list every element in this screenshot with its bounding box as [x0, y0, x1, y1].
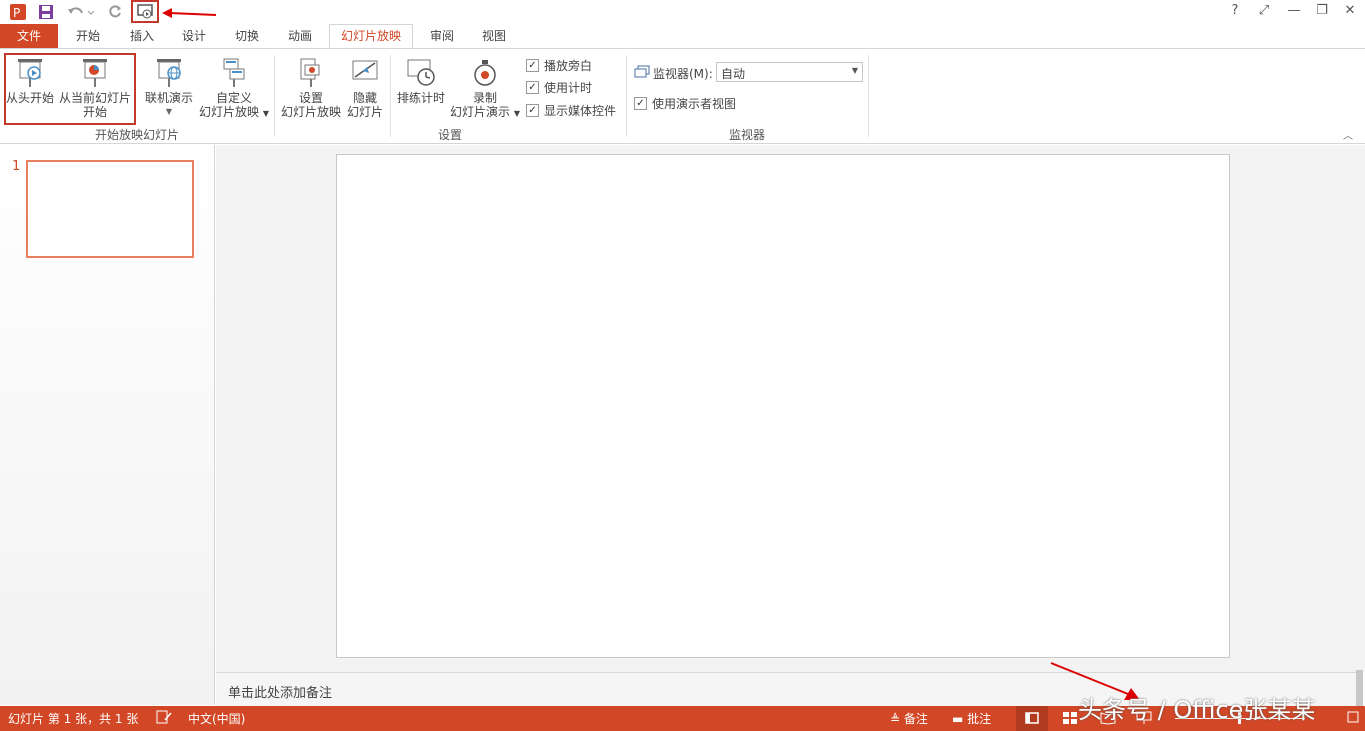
setup-slideshow-label-2: 幻灯片放映 [280, 105, 341, 119]
checkmark-icon: ✓ [526, 58, 539, 72]
spelling-icon[interactable] [156, 710, 172, 727]
setup-slideshow-button[interactable]: 设置 幻灯片放映 [280, 57, 342, 119]
slide-thumbnail-pane: 1 [0, 145, 215, 705]
save-icon[interactable] [36, 2, 56, 22]
hide-slide-label-2: 幻灯片 [346, 105, 383, 119]
notes-toggle-button[interactable]: ≜ 备注 [890, 710, 928, 727]
record-slideshow-label-1: 录制 [472, 91, 497, 105]
group-label-setup: 设置 [437, 128, 462, 142]
restore-icon[interactable]: ❐ [1311, 3, 1333, 18]
tab-home[interactable]: 开始 [66, 24, 110, 49]
comment-icon: ▬ [952, 712, 964, 726]
normal-view-button[interactable] [1016, 706, 1048, 731]
checkmark-icon: ✓ [526, 103, 539, 117]
tab-view[interactable]: 视图 [472, 24, 516, 49]
redo-icon[interactable] [104, 2, 126, 22]
hide-slide-icon [349, 57, 381, 89]
presenter-view-checkbox[interactable]: ✓ 使用演示者视图 [634, 95, 736, 111]
custom-slideshow-label-1: 自定义 [215, 91, 252, 105]
custom-slideshow-label-2: 幻灯片放映 ▼ [199, 105, 269, 119]
slide-thumbnail[interactable] [26, 160, 194, 258]
highlight-box-quick-access [131, 0, 159, 23]
slide-sorter-view-icon[interactable] [1062, 711, 1078, 728]
tab-transitions[interactable]: 切换 [225, 24, 269, 49]
powerpoint-icon[interactable]: P [8, 2, 28, 22]
notes-placeholder: 单击此处添加备注 [228, 686, 333, 701]
tab-insert[interactable]: 插入 [120, 24, 164, 49]
collapse-ribbon-icon[interactable]: ︿ [1343, 127, 1353, 142]
undo-icon[interactable] [64, 2, 96, 22]
show-media-controls-checkbox[interactable]: ✓ 显示媒体控件 [526, 102, 616, 118]
custom-slideshow-icon [218, 57, 250, 89]
record-slideshow-label-2: 幻灯片演示 ▼ [450, 105, 520, 119]
checkmark-icon: ✓ [526, 80, 539, 94]
chevron-down-icon: ▼ [851, 66, 858, 75]
checkmark-icon: ✓ [634, 96, 647, 110]
projector-globe-icon [153, 57, 185, 89]
tab-file[interactable]: 文件 [0, 24, 58, 49]
setup-slideshow-label-1: 设置 [298, 91, 323, 105]
slide-count-status: 幻灯片 第 1 张，共 1 张 [8, 712, 139, 726]
monitor-select[interactable]: 自动 ▼ [716, 62, 863, 82]
minimize-icon[interactable]: — [1283, 3, 1305, 18]
hide-slide-label-1: 隐藏 [352, 91, 377, 105]
use-timings-checkbox[interactable]: ✓ 使用计时 [526, 79, 592, 95]
record-slideshow-button[interactable]: 录制 幻灯片演示 ▼ [448, 57, 522, 121]
title-bar: P ? ⤢ — ❐ ✕ [0, 0, 1365, 24]
help-icon[interactable]: ? [1224, 3, 1246, 18]
group-separator [626, 55, 627, 137]
ribbon-tabs: 文件 开始 插入 设计 切换 动画 幻灯片放映 审阅 视图 [0, 24, 1365, 49]
highlight-box-start-group [4, 53, 136, 125]
watermark-text: 头条号 / Office张某某 [1078, 696, 1316, 724]
record-timer-icon [469, 57, 501, 89]
rehearse-timings-label: 排练计时 [396, 91, 445, 105]
tab-slideshow[interactable]: 幻灯片放映 [329, 24, 413, 49]
group-label-monitor: 监视器 [728, 128, 765, 142]
ribbon-display-icon[interactable]: ⤢ [1253, 3, 1275, 18]
online-present-label: 联机演示 [144, 91, 193, 105]
tab-design[interactable]: 设计 [172, 24, 216, 49]
hide-slide-button[interactable]: 隐藏 幻灯片 [344, 57, 386, 119]
play-narrations-checkbox[interactable]: ✓ 播放旁白 [526, 57, 592, 73]
custom-slideshow-button[interactable]: 自定义 幻灯片放映 ▼ [198, 57, 270, 121]
notes-icon: ≜ [890, 712, 901, 726]
chevron-down-icon: ▼ [165, 107, 173, 116]
monitor-icon [634, 65, 650, 82]
monitor-label: 监视器(M): [653, 67, 713, 81]
rehearse-timings-button[interactable]: 排练计时 [394, 57, 448, 105]
tab-review[interactable]: 审阅 [420, 24, 464, 49]
fit-to-window-icon[interactable] [1347, 711, 1359, 726]
language-status[interactable]: 中文(中国) [188, 710, 245, 727]
comments-toggle-button[interactable]: ▬ 批注 [952, 710, 991, 727]
setup-slideshow-icon [295, 57, 327, 89]
group-separator [390, 55, 391, 137]
thumbnail-number: 1 [12, 159, 21, 174]
slide-canvas[interactable] [336, 154, 1230, 658]
group-separator [274, 55, 275, 137]
group-separator [868, 55, 869, 137]
group-label-start: 开始放映幻灯片 [94, 128, 179, 142]
annotation-arrow-icon [162, 8, 217, 18]
close-icon[interactable]: ✕ [1339, 3, 1361, 18]
ribbon: 从头开始 从当前幻灯片 开始 联机演示 ▼ 自定义 幻灯片放映 ▼ 开始放映幻灯… [0, 48, 1365, 144]
svg-text:P: P [13, 6, 20, 20]
rehearse-timings-icon [405, 57, 437, 89]
online-present-button[interactable]: 联机演示 ▼ [142, 57, 196, 119]
tab-animations[interactable]: 动画 [278, 24, 322, 49]
